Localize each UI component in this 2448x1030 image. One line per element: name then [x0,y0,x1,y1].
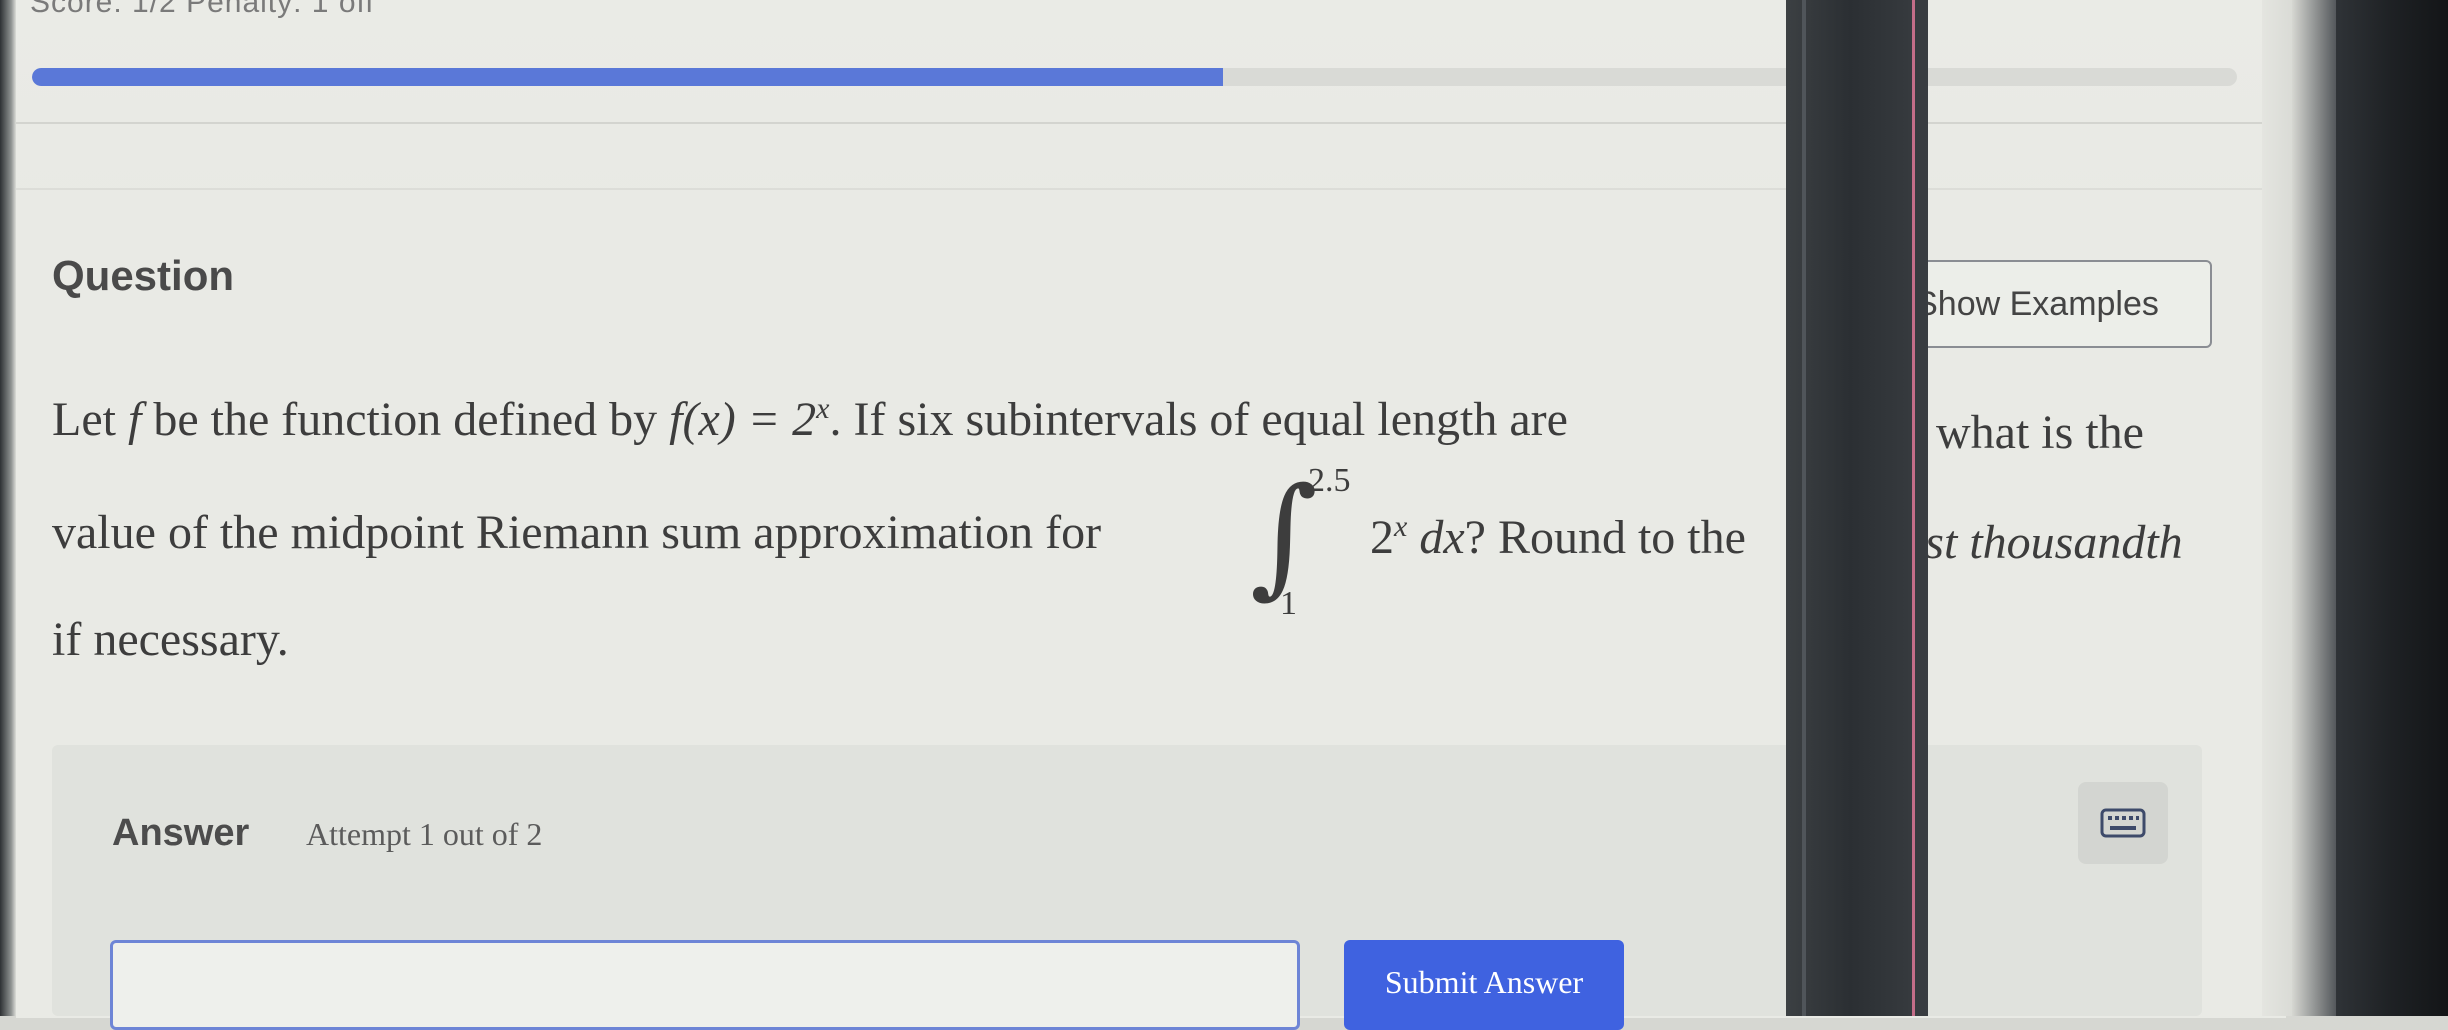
progress-bar-fill [32,68,1223,86]
screen-edge-shadow [2292,0,2338,1016]
integral-upper-limit: 2.5 [1308,462,1351,499]
question-text: . If six subintervals of equal length ar… [829,393,1568,446]
math-f: f [127,393,142,446]
score-penalty-text: Score: 1/2 Penalty: 1 off [30,0,375,19]
question-text: Let [52,393,128,446]
divider [16,122,2286,124]
screen-reflection-line [1912,0,1915,1016]
keyboard-icon [2100,808,2146,838]
answer-input[interactable] [110,940,1300,1030]
occluding-bezel [1786,0,1928,1016]
question-text-line-2: value of the midpoint Riemann sum approx… [52,506,1102,559]
keyboard-button[interactable] [2078,782,2168,864]
question-text-line-3: if necessary. [52,613,289,666]
question-text-line-1: Let f be the function defined by f(x) = … [52,392,1568,447]
question-text-line-2-right: est thousandth [1904,516,2183,569]
integrand-exponent: x [1394,510,1408,543]
integrand: 2x dx? Round to the [1370,510,1746,565]
math-exponent: x [816,392,830,425]
screen-edge-left [0,0,16,1016]
answer-heading: Answer [112,812,250,854]
integrand-base: 2 [1370,511,1394,564]
math-fx: f(x) = 2 [669,393,817,446]
integrand-dx: dx [1407,511,1465,564]
screen-edge-right [2336,0,2448,1016]
attempt-counter: Attempt 1 out of 2 [306,816,543,852]
question-text: ? Round to the [1464,511,1746,564]
question-text-line-1-right: what is the [1936,406,2144,459]
question-heading: Question [52,252,235,299]
integral-lower-limit: 1 [1280,585,1297,622]
question-text: be the function defined by [141,393,670,446]
occluding-bezel-edge [1802,0,1806,1016]
card-right-edge [2262,0,2292,1016]
submit-answer-button[interactable]: Submit Answer [1344,940,1624,1030]
